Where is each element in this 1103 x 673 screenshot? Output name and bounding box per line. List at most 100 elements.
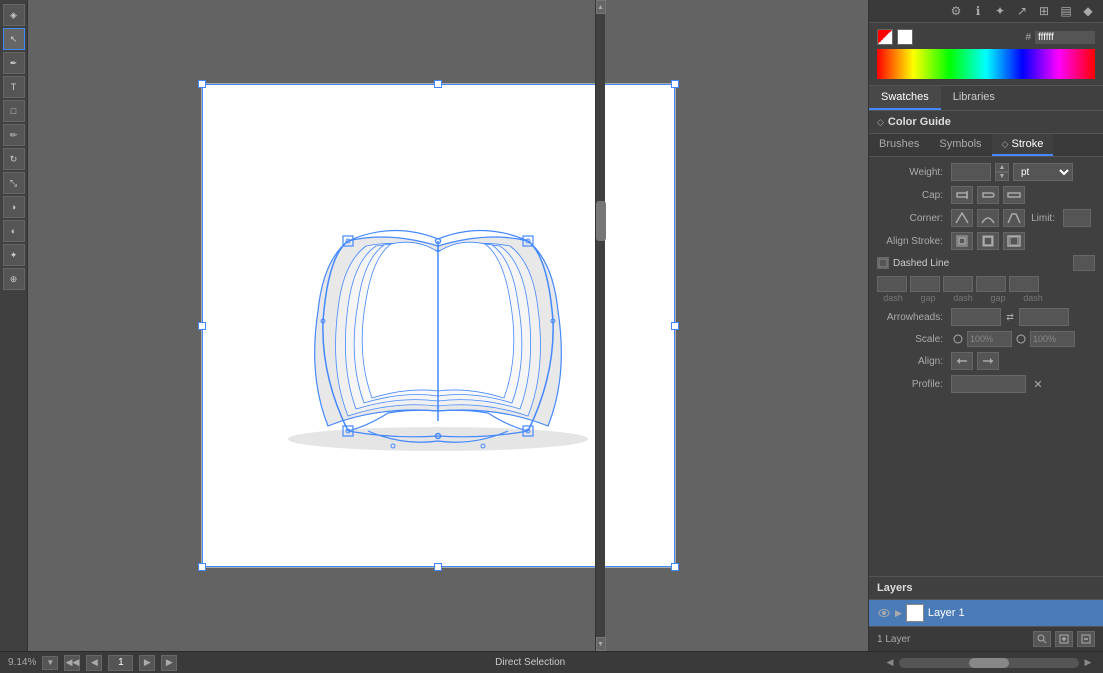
profile-label: Profile: — [877, 379, 947, 390]
stack-icon[interactable]: ▤ — [1057, 2, 1075, 20]
direct-select-tool[interactable]: ↖ — [3, 28, 25, 50]
gear-icon[interactable]: ⚙ — [947, 2, 965, 20]
stroke-color-swatch[interactable] — [877, 29, 893, 45]
dash3-input[interactable] — [1009, 276, 1039, 292]
scroll-down-btn[interactable]: ▼ — [596, 637, 606, 651]
color-gradient[interactable] — [877, 49, 1095, 79]
tab-symbols[interactable]: Symbols — [929, 134, 991, 156]
align-outside-btn[interactable] — [1003, 232, 1025, 250]
align-end-btn[interactable] — [977, 352, 999, 370]
scale-sync-icon — [951, 332, 965, 346]
handle-mr[interactable] — [671, 322, 679, 330]
panel-tabs: Swatches Libraries — [869, 86, 1103, 111]
weight-input[interactable] — [951, 163, 991, 181]
nav-arrow-left[interactable]: ◀ — [883, 656, 897, 670]
handle-tm[interactable] — [434, 80, 442, 88]
fill-color-swatch[interactable] — [897, 29, 913, 45]
dashed-checkbox[interactable] — [877, 257, 889, 269]
gap2-input[interactable] — [976, 276, 1006, 292]
color-guide-section[interactable]: ◇ Color Guide — [869, 111, 1103, 134]
align-stroke-label: Align Stroke: — [877, 236, 947, 247]
layer-row[interactable]: ▶ Layer 1 — [869, 600, 1103, 626]
dash-label-1: dash — [877, 293, 909, 303]
scale-label: Scale: — [877, 334, 947, 345]
gap-label-1: gap — [912, 293, 944, 303]
brush-tool[interactable]: ✏ — [3, 124, 25, 146]
corner-round-btn[interactable] — [977, 209, 999, 227]
gap-label-2: gap — [982, 293, 1014, 303]
handle-tl[interactable] — [198, 80, 206, 88]
limit-label: Limit: — [1029, 213, 1059, 224]
scroll-bar[interactable] — [899, 658, 1079, 668]
page-input[interactable]: 1 — [108, 655, 133, 671]
tab-swatches[interactable]: Swatches — [869, 86, 941, 110]
weight-up-btn[interactable]: ▲ — [995, 163, 1009, 172]
weight-select[interactable]: pt px — [1013, 163, 1073, 181]
dash1-input[interactable] — [877, 276, 907, 292]
nav-first-btn[interactable]: ◀◀ — [64, 655, 80, 671]
align-start-btn[interactable] — [951, 352, 973, 370]
weight-label: Weight: — [877, 167, 947, 178]
weight-down-btn[interactable]: ▼ — [995, 172, 1009, 181]
nav-prev-btn[interactable]: ◀ — [86, 655, 102, 671]
dash2-input[interactable] — [943, 276, 973, 292]
arrow-end-select[interactable] — [1019, 308, 1069, 326]
corner-label: Corner: — [877, 213, 947, 224]
align-center-btn[interactable] — [951, 232, 973, 250]
scale-tool[interactable]: ⤡ — [3, 172, 25, 194]
diamond-icon[interactable]: ◆ — [1079, 2, 1097, 20]
select-tool[interactable]: ◈ — [3, 4, 25, 26]
export-icon[interactable]: ↗ — [1013, 2, 1031, 20]
cap-butt-btn[interactable] — [951, 186, 973, 204]
align-inside-btn[interactable] — [977, 232, 999, 250]
profile-flip-btn[interactable]: ✕ — [1030, 376, 1046, 392]
delete-layer-btn[interactable] — [1077, 631, 1095, 647]
arrow-swap-btn[interactable]: ⇄ — [1003, 310, 1017, 324]
info-icon[interactable]: ℹ — [969, 2, 987, 20]
scroll-up-btn[interactable]: ▲ — [596, 0, 606, 14]
cap-square-btn[interactable] — [1003, 186, 1025, 204]
corner-miter-btn[interactable] — [951, 209, 973, 227]
handle-ml[interactable] — [198, 322, 206, 330]
grid-icon[interactable]: ⊞ — [1035, 2, 1053, 20]
tab-stroke[interactable]: ◇ Stroke — [992, 134, 1054, 156]
rotate-tool[interactable]: ↻ — [3, 148, 25, 170]
scale-end-input[interactable]: 100% — [1030, 331, 1075, 347]
add-layer-btn[interactable] — [1055, 631, 1073, 647]
color-section: # ffffff — [869, 23, 1103, 86]
search-layers-btn[interactable] — [1033, 631, 1051, 647]
nav-last-btn[interactable]: ▶ — [161, 655, 177, 671]
gradient-tool[interactable]: ◐ — [3, 220, 25, 242]
blend-tool[interactable]: ◑ — [3, 196, 25, 218]
corner-bevel-btn[interactable] — [1003, 209, 1025, 227]
nav-next-btn[interactable]: ▶ — [139, 655, 155, 671]
profile-select[interactable] — [951, 375, 1026, 393]
handle-bl[interactable] — [198, 563, 206, 571]
tab-libraries[interactable]: Libraries — [941, 86, 1007, 110]
handle-tr[interactable] — [671, 80, 679, 88]
layer-count: 1 Layer — [877, 634, 910, 645]
zoom-tool[interactable]: ⊕ — [3, 268, 25, 290]
limit-input[interactable] — [1063, 209, 1091, 227]
dashed-options-btn[interactable] — [1073, 255, 1095, 271]
handle-br[interactable] — [671, 563, 679, 571]
rect-tool[interactable]: □ — [3, 100, 25, 122]
nav-arrow-right[interactable]: ▶ — [1081, 656, 1095, 670]
layer-expand-btn[interactable]: ▶ — [895, 608, 902, 619]
type-tool[interactable]: T — [3, 76, 25, 98]
cap-round-btn[interactable] — [977, 186, 999, 204]
zoom-level: 9.14% — [8, 657, 36, 668]
hex-input[interactable]: ffffff — [1035, 31, 1095, 44]
scale-sync2-icon — [1014, 332, 1028, 346]
handle-bm[interactable] — [434, 563, 442, 571]
zoom-dropdown-btn[interactable]: ▼ — [42, 656, 58, 670]
scroll-thumb[interactable] — [596, 201, 606, 241]
pen-tool[interactable]: ✒ — [3, 52, 25, 74]
arrow-start-select[interactable] — [951, 308, 1001, 326]
gap1-input[interactable] — [910, 276, 940, 292]
layer-eye-icon[interactable] — [877, 606, 891, 620]
scale-start-input[interactable]: 100% — [967, 331, 1012, 347]
radial-icon[interactable]: ✦ — [991, 2, 1009, 20]
tab-brushes[interactable]: Brushes — [869, 134, 929, 156]
eyedropper-tool[interactable]: ✦ — [3, 244, 25, 266]
